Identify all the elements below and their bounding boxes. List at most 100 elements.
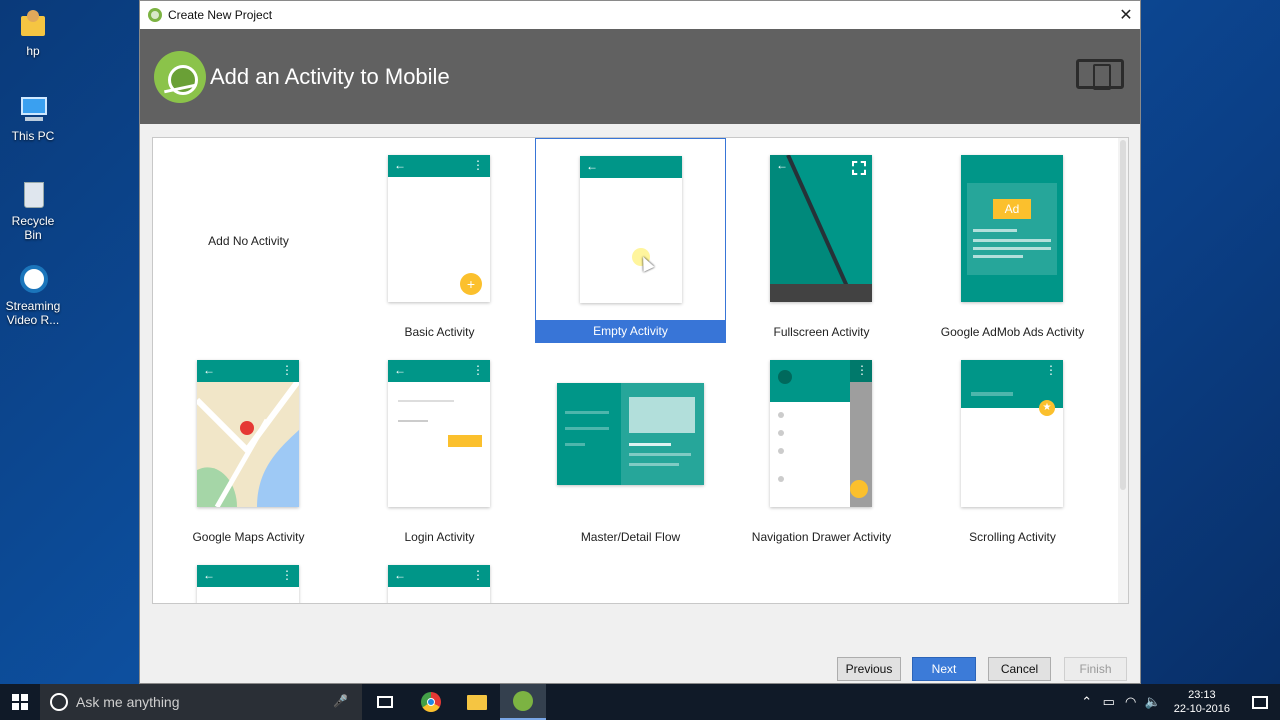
android-studio-icon [513,691,533,711]
fullscreen-activity-preview: ← [770,155,872,302]
app-bar: ← [580,156,682,178]
master-detail-preview [557,383,704,485]
partial-activity-preview: ← ⋮ [197,565,299,603]
desktop-icon-label: Recycle Bin [11,214,55,242]
action-center-button[interactable] [1240,684,1280,720]
ad-badge: Ad [993,199,1031,219]
taskbar-file-explorer[interactable] [454,684,500,720]
search-placeholder: Ask me anything [76,694,180,710]
overflow-menu-icon: ⋮ [281,363,293,377]
app-bar: ← ⋮ [388,155,490,177]
empty-activity-preview: ← [580,156,682,303]
title-bar: Create New Project ✕ [140,1,1140,29]
taskbar-chrome[interactable] [408,684,454,720]
activity-label: Google Maps Activity [192,530,305,544]
gallery-scrollbar[interactable] [1118,138,1128,603]
nav-drawer-preview: ⋮ [770,360,872,507]
activity-tile-google-maps[interactable]: ← ⋮ Google Maps Activity [153,343,344,548]
taskbar: Ask me anything 🎤 ⌃ ▭ ◠ 🔈 23:13 22-10-20… [0,684,1280,720]
activity-tile-master-detail[interactable]: Master/Detail Flow [535,343,726,548]
system-tray: ⌃ ▭ ◠ 🔈 23:13 22-10-2016 [1076,684,1280,720]
desktop-icon-label: This PC [11,129,55,143]
clock[interactable]: 23:13 22-10-2016 [1174,688,1230,716]
desktop-icon-this-pc[interactable]: This PC [2,93,64,143]
scrollbar-thumb[interactable] [1120,140,1126,490]
chrome-icon [421,692,441,712]
partial-activity-preview: ← ⋮ [388,565,490,603]
app-bar: ← ⋮ [388,565,490,587]
back-arrow-icon: ← [203,568,215,582]
folder-icon [467,694,487,710]
desktop-icon-streaming-video[interactable]: Streaming Video R... [2,263,64,327]
recycle-bin-icon [17,178,49,210]
page-title: Add an Activity to Mobile [210,63,450,89]
ad-card: Ad [967,183,1057,275]
close-button[interactable]: ✕ [1112,1,1140,29]
activity-tile-row3-1[interactable]: ← ⋮ [153,548,344,603]
create-new-project-dialog: Create New Project ✕ Add an Activity to … [139,0,1141,684]
microphone-icon[interactable]: 🎤 [333,694,348,708]
activity-tile-row3-2[interactable]: ← ⋮ [344,548,535,603]
activity-tile-basic[interactable]: ← ⋮ + Basic Activity [344,138,535,343]
activity-tile-empty[interactable]: ← Empty Activity [535,138,726,343]
finish-button[interactable]: Finish [1064,657,1127,681]
activity-label: Navigation Drawer Activity [751,530,892,544]
header-banner: Add an Activity to Mobile [140,29,1140,124]
activity-label: Scrolling Activity [969,530,1056,544]
show-hidden-icons-chevron-up-icon[interactable]: ⌃ [1076,694,1098,710]
tablet-phone-icon [1076,59,1124,90]
map-pin-icon [241,420,253,436]
task-view-icon [377,696,393,708]
desktop-icon-hp[interactable]: hp [2,8,64,58]
activity-tile-navigation-drawer[interactable]: ⋮ Navigation Drawer Activity [726,343,917,548]
clock-date: 22-10-2016 [1173,703,1230,715]
clock-time: 23:13 [1188,689,1216,701]
back-arrow-icon: ← [394,363,406,377]
battery-icon[interactable]: ▭ [1098,694,1120,710]
previous-button[interactable]: Previous [837,657,901,681]
back-arrow-icon: ← [394,158,406,172]
android-studio-icon [148,8,162,22]
taskbar-android-studio[interactable] [500,684,546,720]
back-arrow-icon: ← [586,159,598,173]
wifi-icon[interactable]: ◠ [1120,694,1142,710]
windows-logo-icon [12,694,28,710]
back-arrow-icon: ← [776,158,788,172]
activity-gallery: Add No Activity ← ⋮ + Basic Activity ← Em… [152,137,1129,604]
basic-activity-preview: ← ⋮ + [388,155,490,302]
login-button-illustration [448,435,482,447]
window-title: Create New Project [168,8,273,22]
login-activity-preview: ← ⋮ [388,360,490,507]
cortana-search-box[interactable]: Ask me anything 🎤 [40,684,362,720]
cortana-icon [50,693,68,711]
overflow-menu-icon: ⋮ [472,363,484,377]
notifications-icon [1252,695,1268,709]
activity-label: Add No Activity [208,234,289,248]
fullscreen-icon [852,161,866,175]
app-bar: ← ⋮ [197,565,299,587]
fab-star-icon: ★ [1039,400,1055,416]
overflow-menu-icon: ⋮ [281,568,293,582]
activity-tile-add-no-activity[interactable]: Add No Activity [153,138,344,343]
back-arrow-icon: ← [203,363,215,377]
desktop-icon-label: Streaming Video R... [5,299,61,327]
streaming-video-icon [17,263,49,295]
desktop-icon-label: hp [26,44,40,58]
app-bar: ← ⋮ [388,360,490,382]
activity-label: Empty Activity [536,320,725,343]
activity-tile-scrolling[interactable]: ⋮ ★ Scrolling Activity [917,343,1108,548]
activity-tile-login[interactable]: ← ⋮ Login Activity [344,343,535,548]
volume-icon[interactable]: 🔈 [1142,694,1164,710]
scrolling-activity-preview: ⋮ ★ [961,360,1063,507]
fab-plus-icon: + [460,273,482,295]
activity-label: Fullscreen Activity [773,325,870,339]
overflow-menu-icon: ⋮ [1045,363,1057,377]
task-view-button[interactable] [362,684,408,720]
cancel-button[interactable]: Cancel [988,657,1051,681]
next-button[interactable]: Next [912,657,976,681]
start-button[interactable] [0,684,40,720]
activity-tile-fullscreen[interactable]: ← Fullscreen Activity [726,138,917,343]
activity-tile-admob[interactable]: Ad Google AdMob Ads Activity [917,138,1108,343]
desktop-icon-recycle-bin[interactable]: Recycle Bin [2,178,64,242]
admob-activity-preview: Ad [961,155,1063,302]
